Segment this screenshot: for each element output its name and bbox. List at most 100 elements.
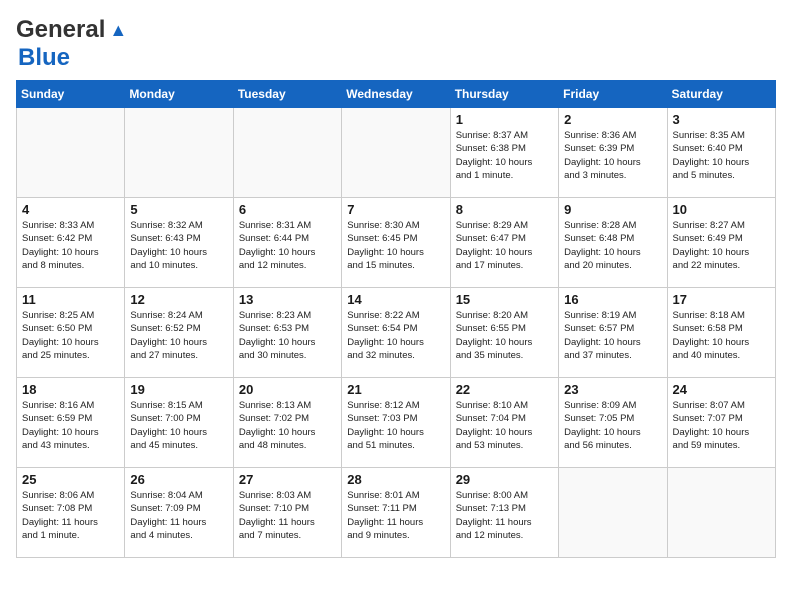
- day-info: Sunrise: 8:13 AM Sunset: 7:02 PM Dayligh…: [239, 399, 336, 452]
- logo-bird-icon: ▲: [109, 20, 127, 41]
- day-number: 19: [130, 382, 227, 397]
- day-number: 18: [22, 382, 119, 397]
- calendar-table: Sunday Monday Tuesday Wednesday Thursday…: [16, 80, 776, 558]
- day-number: 10: [673, 202, 770, 217]
- header-monday: Monday: [125, 81, 233, 108]
- day-info: Sunrise: 8:27 AM Sunset: 6:49 PM Dayligh…: [673, 219, 770, 272]
- table-row: 9 Sunrise: 8:28 AM Sunset: 6:48 PM Daylig…: [559, 198, 667, 288]
- table-row: 12 Sunrise: 8:24 AM Sunset: 6:52 PM Dayli…: [125, 288, 233, 378]
- table-row: 26 Sunrise: 8:04 AM Sunset: 7:09 PM Dayli…: [125, 468, 233, 558]
- table-row: 4 Sunrise: 8:33 AM Sunset: 6:42 PM Daylig…: [17, 198, 125, 288]
- table-row: 19 Sunrise: 8:15 AM Sunset: 7:00 PM Dayli…: [125, 378, 233, 468]
- table-row: 27Sunrise: 8:03 AM Sunset: 7:10 PM Dayli…: [233, 468, 341, 558]
- header-sunday: Sunday: [17, 81, 125, 108]
- table-row: [342, 108, 450, 198]
- table-row: [233, 108, 341, 198]
- day-info: Sunrise: 8:32 AM Sunset: 6:43 PM Dayligh…: [130, 219, 227, 272]
- day-number: 15: [456, 292, 553, 307]
- table-row: 17 Sunrise: 8:18 AM Sunset: 6:58 PM Dayli…: [667, 288, 775, 378]
- day-number: 7: [347, 202, 444, 217]
- table-row: [559, 468, 667, 558]
- table-row: [17, 108, 125, 198]
- table-row: 14 Sunrise: 8:22 AM Sunset: 6:54 PM Dayli…: [342, 288, 450, 378]
- week-row-1: 1Sunrise: 8:37 AM Sunset: 6:38 PM Daylig…: [17, 108, 776, 198]
- day-info: Sunrise: 8:36 AM Sunset: 6:39 PM Dayligh…: [564, 129, 661, 182]
- header-friday: Friday: [559, 81, 667, 108]
- day-number: 22: [456, 382, 553, 397]
- table-row: 23 Sunrise: 8:09 AM Sunset: 7:05 PM Dayli…: [559, 378, 667, 468]
- day-number: 2: [564, 112, 661, 127]
- day-number: 6: [239, 202, 336, 217]
- table-row: 16 Sunrise: 8:19 AM Sunset: 6:57 PM Dayli…: [559, 288, 667, 378]
- day-number: 29: [456, 472, 553, 487]
- day-number: 20: [239, 382, 336, 397]
- logo-blue-text: Blue: [18, 44, 70, 71]
- day-info: Sunrise: 8:35 AM Sunset: 6:40 PM Dayligh…: [673, 129, 770, 182]
- day-info: Sunrise: 8:20 AM Sunset: 6:55 PM Dayligh…: [456, 309, 553, 362]
- day-info: Sunrise: 8:07 AM Sunset: 7:07 PM Dayligh…: [673, 399, 770, 452]
- table-row: 7 Sunrise: 8:30 AM Sunset: 6:45 PM Daylig…: [342, 198, 450, 288]
- day-number: 23: [564, 382, 661, 397]
- day-number: 25: [22, 472, 119, 487]
- logo: General ▲ Blue: [16, 16, 127, 72]
- day-info: Sunrise: 8:28 AM Sunset: 6:48 PM Dayligh…: [564, 219, 661, 272]
- table-row: 21 Sunrise: 8:12 AM Sunset: 7:03 PM Dayli…: [342, 378, 450, 468]
- week-row-5: 25 Sunrise: 8:06 AM Sunset: 7:08 PM Dayli…: [17, 468, 776, 558]
- day-info: Sunrise: 8:22 AM Sunset: 6:54 PM Dayligh…: [347, 309, 444, 362]
- day-info: Sunrise: 8:18 AM Sunset: 6:58 PM Dayligh…: [673, 309, 770, 362]
- day-number: 21: [347, 382, 444, 397]
- day-info: Sunrise: 8:15 AM Sunset: 7:00 PM Dayligh…: [130, 399, 227, 452]
- header-tuesday: Tuesday: [233, 81, 341, 108]
- day-info: Sunrise: 8:24 AM Sunset: 6:52 PM Dayligh…: [130, 309, 227, 362]
- day-number: 12: [130, 292, 227, 307]
- day-info: Sunrise: 8:29 AM Sunset: 6:47 PM Dayligh…: [456, 219, 553, 272]
- table-row: 5Sunrise: 8:32 AM Sunset: 6:43 PM Daylig…: [125, 198, 233, 288]
- day-info: Sunrise: 8:31 AM Sunset: 6:44 PM Dayligh…: [239, 219, 336, 272]
- day-number: 14: [347, 292, 444, 307]
- day-number: 3: [673, 112, 770, 127]
- day-number: 11: [22, 292, 119, 307]
- table-row: [667, 468, 775, 558]
- table-row: 25 Sunrise: 8:06 AM Sunset: 7:08 PM Dayli…: [17, 468, 125, 558]
- table-row: 24 Sunrise: 8:07 AM Sunset: 7:07 PM Dayli…: [667, 378, 775, 468]
- day-number: 26: [130, 472, 227, 487]
- day-info: Sunrise: 8:23 AM Sunset: 6:53 PM Dayligh…: [239, 309, 336, 362]
- day-number: 8: [456, 202, 553, 217]
- day-info: Sunrise: 8:16 AM Sunset: 6:59 PM Dayligh…: [22, 399, 119, 452]
- day-number: 16: [564, 292, 661, 307]
- day-info: Sunrise: 8:12 AM Sunset: 7:03 PM Dayligh…: [347, 399, 444, 452]
- table-row: 10 Sunrise: 8:27 AM Sunset: 6:49 PM Dayli…: [667, 198, 775, 288]
- day-number: 9: [564, 202, 661, 217]
- day-info: Sunrise: 8:03 AM Sunset: 7:10 PM Dayligh…: [239, 489, 336, 542]
- day-info: Sunrise: 8:30 AM Sunset: 6:45 PM Dayligh…: [347, 219, 444, 272]
- day-info: Sunrise: 8:09 AM Sunset: 7:05 PM Dayligh…: [564, 399, 661, 452]
- table-row: 18 Sunrise: 8:16 AM Sunset: 6:59 PM Dayli…: [17, 378, 125, 468]
- day-number: 4: [22, 202, 119, 217]
- table-row: 20 Sunrise: 8:13 AM Sunset: 7:02 PM Dayli…: [233, 378, 341, 468]
- weekday-header-row: Sunday Monday Tuesday Wednesday Thursday…: [17, 81, 776, 108]
- table-row: 28 Sunrise: 8:01 AM Sunset: 7:11 PM Dayli…: [342, 468, 450, 558]
- day-info: Sunrise: 8:04 AM Sunset: 7:09 PM Dayligh…: [130, 489, 227, 542]
- week-row-4: 18 Sunrise: 8:16 AM Sunset: 6:59 PM Dayli…: [17, 378, 776, 468]
- table-row: 22Sunrise: 8:10 AM Sunset: 7:04 PM Dayli…: [450, 378, 558, 468]
- table-row: 2 Sunrise: 8:36 AM Sunset: 6:39 PM Daylig…: [559, 108, 667, 198]
- table-row: 13 Sunrise: 8:23 AM Sunset: 6:53 PM Dayli…: [233, 288, 341, 378]
- day-info: Sunrise: 8:37 AM Sunset: 6:38 PM Dayligh…: [456, 129, 553, 182]
- day-info: Sunrise: 8:01 AM Sunset: 7:11 PM Dayligh…: [347, 489, 444, 542]
- table-row: 15 Sunrise: 8:20 AM Sunset: 6:55 PM Dayli…: [450, 288, 558, 378]
- day-number: 28: [347, 472, 444, 487]
- table-row: [125, 108, 233, 198]
- day-info: Sunrise: 8:19 AM Sunset: 6:57 PM Dayligh…: [564, 309, 661, 362]
- day-number: 13: [239, 292, 336, 307]
- day-number: 24: [673, 382, 770, 397]
- logo-general-text: General: [16, 16, 105, 44]
- day-info: Sunrise: 8:33 AM Sunset: 6:42 PM Dayligh…: [22, 219, 119, 272]
- header-saturday: Saturday: [667, 81, 775, 108]
- day-info: Sunrise: 8:06 AM Sunset: 7:08 PM Dayligh…: [22, 489, 119, 542]
- week-row-3: 11Sunrise: 8:25 AM Sunset: 6:50 PM Dayli…: [17, 288, 776, 378]
- header-thursday: Thursday: [450, 81, 558, 108]
- table-row: 1Sunrise: 8:37 AM Sunset: 6:38 PM Daylig…: [450, 108, 558, 198]
- day-number: 17: [673, 292, 770, 307]
- table-row: 3 Sunrise: 8:35 AM Sunset: 6:40 PM Daylig…: [667, 108, 775, 198]
- table-row: 8 Sunrise: 8:29 AM Sunset: 6:47 PM Daylig…: [450, 198, 558, 288]
